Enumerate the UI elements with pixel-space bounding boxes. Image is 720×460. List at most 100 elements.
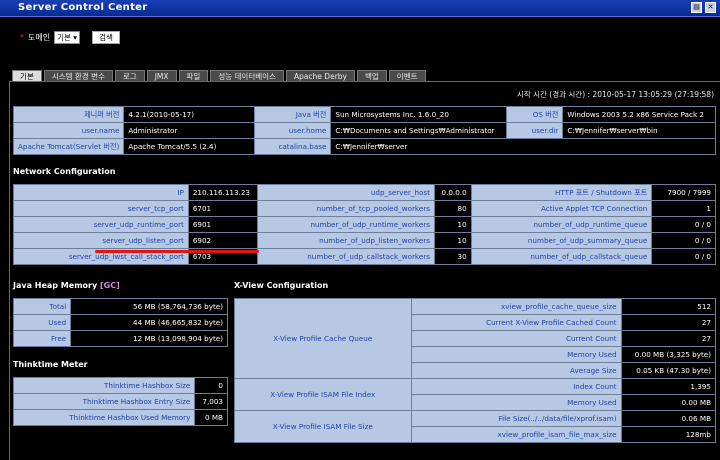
system-value: C:₩Jennifer₩server [330,138,716,155]
heap-section-title: Java Heap Memory [GC] [13,281,120,290]
xview-label: Average Size [410,362,622,379]
xview-value: 512 [620,298,717,315]
table-row: Thinktime Hashbox Size 0 [12,377,228,394]
network-value: 6902 [187,232,258,249]
xview-value: 0.00 MB [620,394,717,411]
system-value: Administrator [123,122,255,139]
search-button[interactable]: 검색 [92,31,120,44]
thinktime-section-title: Thinktime Meter [13,360,88,369]
system-value: Windows 2003 5.2 x86 Service Pack 2 [562,106,716,123]
network-value: 0 / 0 [651,232,716,249]
xview-label: Memory Used [410,394,622,411]
xview-value: 27 [620,330,717,347]
xview-label: Current X-View Profile Cached Count [410,314,622,331]
xview-value: 128mb [620,426,717,443]
xview-value: 0.06 MB [620,410,717,427]
network-value: 10 [433,232,472,249]
table-row: X-View Profile ISAM File Index Index Coun… [234,378,717,411]
window-controls: ▤ ✕ [691,2,716,13]
heap-value: 44 MB (46,665,832 byte) [70,314,228,331]
domain-select-value: 기본 [57,33,71,42]
network-label: HTTP 포트 / Shutdown 포트 [470,184,653,201]
heap-memory-table: Total 56 MB (58,764,736 byte) Used 44 MB (4… [12,298,228,347]
xview-value: 0.05 KB (47.30 byte) [620,362,717,379]
network-value: 30 [433,248,472,265]
network-label: number_of_udp_callstack_workers [256,248,435,265]
xview-label: Memory Used [410,346,622,363]
network-label: server_udp_listen_port [13,232,189,249]
system-label: user.home [253,122,332,139]
table-row: server_tcp_port 6701 number_of_tcp_pooled_… [13,200,716,217]
system-label: catalina.base [253,138,332,155]
thinktime-label: Thinktime Hashbox Size [12,377,196,394]
table-row: X-View Profile ISAM File Size File Size(.… [234,410,717,443]
start-time: 시작 시간 (경과 시간) : 2010-05-17 13:05:29 (27:… [516,90,714,99]
system-label: Java 버전 [253,106,332,123]
table-row: server_udp_runtime_port 6901 number_of_udp… [13,216,716,233]
system-value: 4.2.1(2010-05-17) [123,106,255,123]
gc-link[interactable]: [GC] [100,281,120,290]
table-row: user.name Administrator user.home C:₩Docume… [12,122,716,139]
xview-group-label: X-View Profile Cache Queue [234,298,412,379]
xview-section-title: X-View Configuration [234,281,329,290]
table-row: IP 210.116.113.23 udp_server_host 0.0.0.0 HT… [13,184,716,201]
system-value: C:₩Documents and Settings₩Administrator [330,122,508,139]
xview-label: Index Count [410,378,622,395]
network-value: 7900 / 7999 [651,184,716,201]
xview-value: 0.00 MB (3,325 byte) [620,346,717,363]
xview-label: Current Count [410,330,622,347]
table-row: X-View Profile Cache Queue xview_profile_… [234,298,717,379]
network-label: number_of_tcp_pooled_workers [256,200,435,217]
thinktime-label: Thinktime Hashbox Entry Size [12,393,196,410]
heap-label: Free [12,330,72,347]
xview-value: 27 [620,314,717,331]
system-label: user.name [12,122,125,139]
system-info-table: 제니퍼 버전 4.2.1(2010-05-17) Java 버전 Sun Micros… [12,106,716,155]
network-value: 0.0.0.0 [433,184,472,201]
table-row: Thinktime Hashbox Used Memory 0 MB [12,409,228,426]
system-value: Sun Microsystems Inc. 1.6.0_20 [330,106,508,123]
network-label: number_of_udp_listen_workers [256,232,435,249]
system-label: 제니퍼 버전 [12,106,125,123]
thinktime-value: 0 [194,377,228,394]
network-label: number_of_udp_runtime_workers [256,216,435,233]
heap-value: 56 MB (58,764,736 byte) [70,298,228,315]
network-value: 6701 [187,200,258,217]
table-row: Free 12 MB (13,098,904 byte) [12,330,228,347]
network-section-title: Network Configuration [13,167,116,176]
window-title: Server Control Center [18,2,148,13]
network-label: server_udp_runtime_port [13,216,189,233]
network-value: 10 [433,216,472,233]
print-icon[interactable]: ▤ [691,2,702,13]
xview-config-table: X-View Profile Cache Queue xview_profile_… [234,298,717,443]
domain-select[interactable]: 기본 ▾ [54,31,81,44]
network-label: number_of_udp_runtime_queue [470,216,653,233]
table-row: Apache Tomcat(Servlet 버전) Apache Tomcat/5… [12,138,716,155]
xview-label: xview_profile_isam_file_max_size [410,426,622,443]
xview-value: 1,395 [620,378,717,395]
system-label: OS 버전 [506,106,564,123]
heap-value: 12 MB (13,098,904 byte) [70,330,228,347]
system-value: Apache Tomcat/5.5 (2.4) [123,138,255,155]
domain-selector: * 도메인 기본 ▾ 검색 [20,31,120,44]
thinktime-value: 7,003 [194,393,228,410]
network-value: 0 / 0 [651,248,716,265]
network-value: 80 [433,200,472,217]
xview-group-label: X-View Profile ISAM File Index [234,378,412,411]
close-icon[interactable]: ✕ [705,2,716,13]
network-label: number_of_udp_summary_queue [470,232,653,249]
title-bar: Server Control Center ▤ ✕ [0,0,720,17]
table-row: Total 56 MB (58,764,736 byte) [12,298,228,315]
network-value: 0 / 0 [651,216,716,233]
network-label: number_of_udp_callstack_queue [470,248,653,265]
thinktime-label: Thinktime Hashbox Used Memory [12,409,196,426]
network-value: 210.116.113.23 [187,184,258,201]
table-row: Thinktime Hashbox Entry Size 7,003 [12,393,228,410]
xview-label: File Size(../../data/file/xprof.isam) [410,410,622,427]
table-row: server_udp_listen_port 6902 number_of_udp_… [13,232,716,249]
network-value: 1 [651,200,716,217]
xview-group-label: X-View Profile ISAM File Size [234,410,412,443]
thinktime-table: Thinktime Hashbox Size 0 Thinktime Hashbox… [12,377,228,426]
chevron-down-icon: ▾ [70,33,78,42]
domain-label: 도메인 [28,33,51,42]
